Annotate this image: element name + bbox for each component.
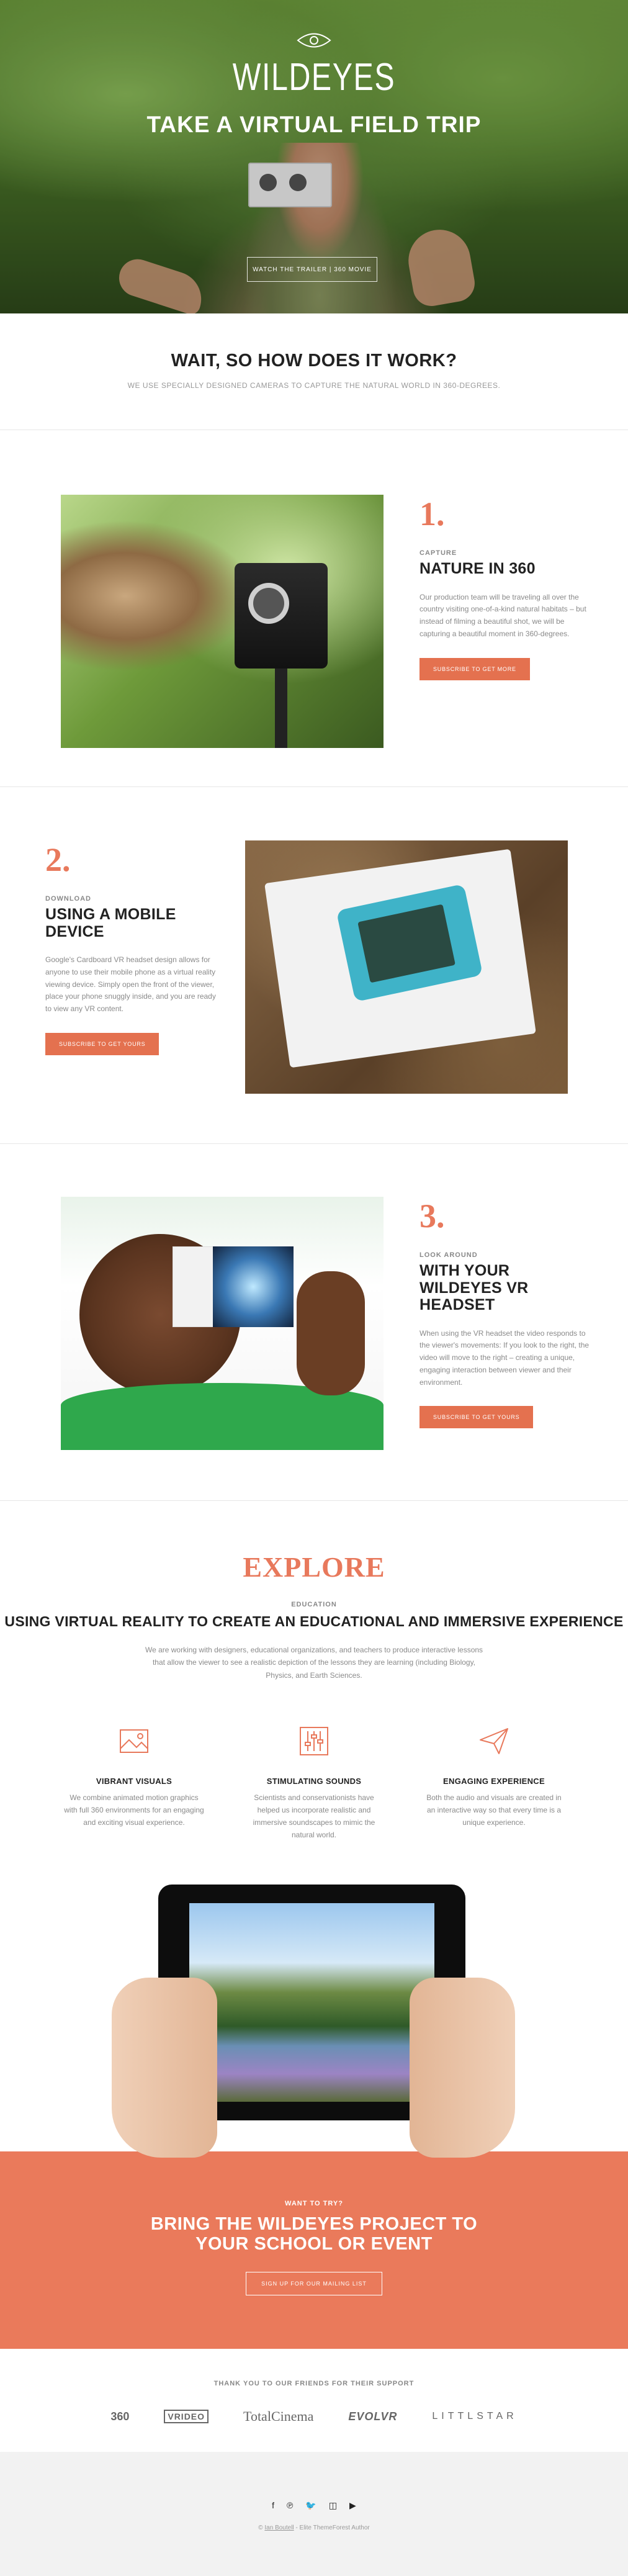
logo-text[interactable]: WILDEYES <box>69 55 558 99</box>
footer: f ℗ 🐦 ◫ ▶ © Ian Boutell - Elite ThemeFor… <box>0 2452 628 2576</box>
how-subtitle: WE USE SPECIALLY DESIGNED CAMERAS TO CAP… <box>127 381 501 390</box>
partner-logo-evolvr[interactable]: EVOLVR <box>348 2410 397 2423</box>
feature-vibrant-visuals: VIBRANT VISUALS We combine animated moti… <box>44 1724 224 1841</box>
step-body: Our production team will be traveling al… <box>419 592 586 638</box>
feature-title: ENGAGING EXPERIENCE <box>443 1777 545 1786</box>
facebook-icon[interactable]: f <box>272 2500 274 2511</box>
step-body: Google's Cardboard VR headset design all… <box>45 955 216 1014</box>
twitter-icon[interactable]: 🐦 <box>305 2500 316 2511</box>
step-title: NATURE IN 360 <box>419 560 536 577</box>
step-download: 2. DOWNLOAD USING A MOBILE DEVICE Google… <box>0 787 628 1144</box>
features: VIBRANT VISUALS We combine animated moti… <box>0 1724 628 1841</box>
image-icon <box>120 1729 148 1754</box>
step-number: 3. <box>419 1197 445 1235</box>
step-eyebrow: DOWNLOAD <box>45 895 91 903</box>
step-number: 1. <box>419 495 445 533</box>
step-title: USING A MOBILE DEVICE <box>45 906 176 940</box>
cta-section: WANT TO TRY? BRING THE WILDEYES PROJECT … <box>0 2151 628 2349</box>
paper-plane-icon <box>480 1728 508 1755</box>
how-title: WAIT, SO HOW DOES IT WORK? <box>171 351 457 371</box>
feature-body: Scientists and conservationists have hel… <box>253 1793 375 1839</box>
youtube-icon[interactable]: ▶ <box>349 2500 356 2511</box>
credit-suffix: - Elite ThemeForest Author <box>294 2524 370 2532</box>
step-eyebrow: LOOK AROUND <box>419 1251 478 1259</box>
subscribe-button[interactable]: SUBSCRIBE TO GET YOURS <box>45 1032 159 1055</box>
watch-trailer-button[interactable]: WATCH THE TRAILER | 360 MOVIE <box>247 257 377 282</box>
owl-camera-photo <box>61 495 384 748</box>
tablet-illustration <box>0 1885 628 2158</box>
feature-title: STIMULATING SOUNDS <box>266 1777 362 1786</box>
sliders-icon <box>300 1727 328 1756</box>
step-title: WITH YOUR WILDEYES VR HEADSET <box>419 1262 529 1313</box>
subscribe-button[interactable]: SUBSCRIBE TO GET YOURS <box>419 1406 534 1429</box>
hero: WILDEYES TAKE A VIRTUAL FIELD TRIP WATCH… <box>0 0 628 313</box>
360-camera <box>235 563 328 669</box>
feature-stimulating-sounds: STIMULATING SOUNDS Scientists and conser… <box>224 1724 404 1841</box>
mailing-list-button[interactable]: SIGN UP FOR OUR MAILING LIST <box>246 2272 382 2296</box>
feature-title: VIBRANT VISUALS <box>96 1777 173 1786</box>
step-eyebrow: CAPTURE <box>419 549 457 557</box>
author-link[interactable]: Ian Boutell <box>264 2524 294 2531</box>
step-text: 3. LOOK AROUND WITH YOUR WILDEYES VR HEA… <box>419 1197 593 1429</box>
partner-logo-littlstar[interactable]: LITTLSTAR <box>432 2411 517 2422</box>
partner-logo-vrideo[interactable]: VRIDEO <box>164 2410 209 2424</box>
feature-body: Both the audio and visuals are created i… <box>426 1793 562 1827</box>
step-text: 2. DOWNLOAD USING A MOBILE DEVICE Google… <box>45 840 219 1055</box>
tripod <box>275 669 287 748</box>
explore-body: We are working with designers, education… <box>145 1646 483 1680</box>
step-text: 1. CAPTURE NATURE IN 360 Our production … <box>419 495 593 680</box>
instagram-icon[interactable]: ◫ <box>329 2500 337 2511</box>
subscribe-button[interactable]: SUBSCRIBE TO GET MORE <box>419 657 530 680</box>
explore-section: EXPLORE EDUCATION USING VIRTUAL REALITY … <box>0 1501 628 2158</box>
hand-left <box>112 1978 217 2158</box>
feature-engaging-experience: ENGAGING EXPERIENCE Both the audio and v… <box>404 1724 584 1841</box>
hero-title: TAKE A VIRTUAL FIELD TRIP <box>146 112 482 137</box>
feature-body: We combine animated motion graphics with… <box>64 1793 204 1827</box>
partner-logo-360[interactable]: 360 <box>110 2410 129 2423</box>
explore-eyebrow: EDUCATION <box>291 1601 337 1608</box>
how-it-works: WAIT, SO HOW DOES IT WORK? WE USE SPECIA… <box>0 313 628 430</box>
credit-prefix: © <box>258 2524 265 2532</box>
step-capture: 1. CAPTURE NATURE IN 360 Our production … <box>0 430 628 787</box>
partner-logo-totalcinema[interactable]: TotalCinema <box>243 2408 313 2425</box>
cta-title-line1: BRING THE WILDEYES PROJECT TO <box>150 2214 478 2235</box>
step-number: 2. <box>45 841 71 878</box>
cardboard-headset-photo <box>245 840 568 1094</box>
kid-vr-photo <box>61 1197 384 1450</box>
hero-content: WILDEYES TAKE A VIRTUAL FIELD TRIP <box>0 31 628 138</box>
cta-eyebrow: WANT TO TRY? <box>285 2200 343 2208</box>
kid-hand <box>297 1271 365 1395</box>
explore-heading: USING VIRTUAL REALITY TO CREATE AN EDUCA… <box>4 1613 624 1629</box>
partners-title: THANK YOU TO OUR FRIENDS FOR THEIR SUPPO… <box>213 2380 415 2388</box>
cta-title: BRING THE WILDEYES PROJECT TO YOUR SCHOO… <box>0 2214 628 2254</box>
vr-screen <box>213 1246 294 1327</box>
hand-right <box>410 1978 515 2158</box>
explore-title: EXPLORE <box>243 1551 385 1583</box>
partners-section: THANK YOU TO OUR FRIENDS FOR THEIR SUPPO… <box>0 2349 628 2452</box>
footer-credit: © Ian Boutell - Elite ThemeForest Author <box>0 2524 628 2531</box>
partner-logos: 360 VRIDEO TotalCinema EVOLVR LITTLSTAR <box>0 2408 628 2425</box>
pinterest-icon[interactable]: ℗ <box>287 2500 293 2511</box>
cta-title-line2: YOUR SCHOOL OR EVENT <box>195 2234 433 2254</box>
tablet-screen-landscape <box>189 1903 434 2102</box>
social-links: f ℗ 🐦 ◫ ▶ <box>0 2500 628 2511</box>
step-body: When using the VR headset the video resp… <box>419 1328 590 1387</box>
step-look-around: 3. LOOK AROUND WITH YOUR WILDEYES VR HEA… <box>0 1144 628 1501</box>
eye-icon <box>297 33 331 48</box>
